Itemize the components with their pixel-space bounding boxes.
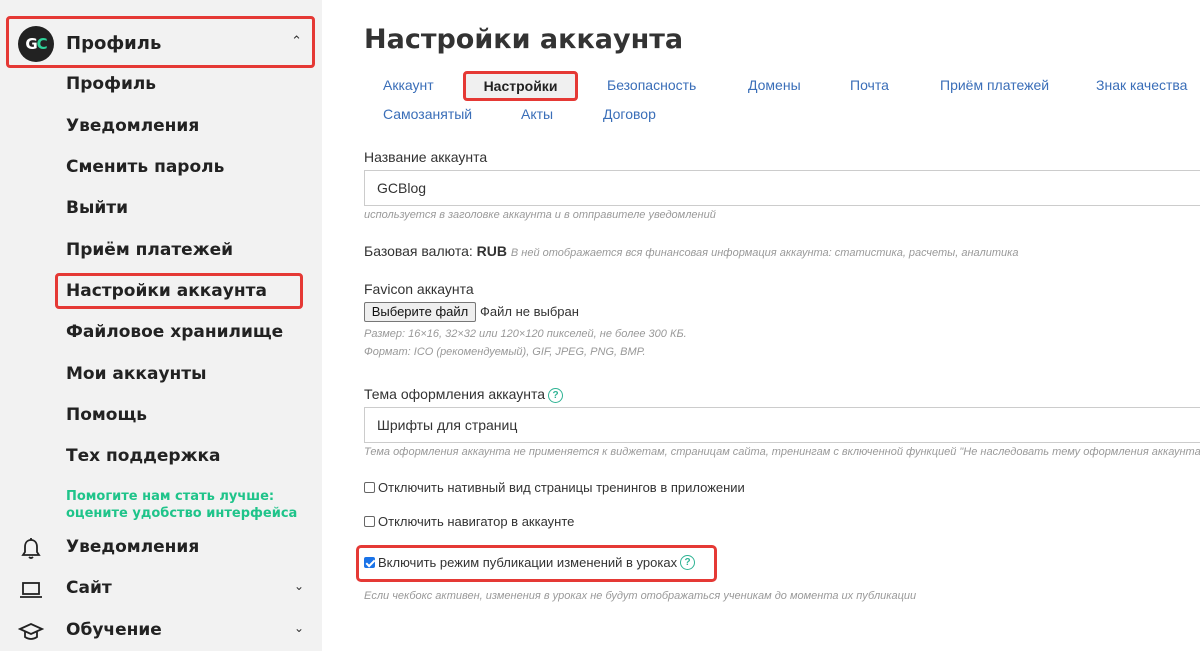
sidebar-item-file-storage[interactable]: Файловое хранилище [66, 322, 283, 342]
sidebar-item-payments[interactable]: Приём платежей [66, 240, 233, 260]
tab-settings[interactable]: Настройки [463, 71, 578, 101]
account-name-label: Название аккаунта [364, 149, 488, 165]
profile-menu-title: Профиль [66, 33, 162, 54]
tab-mail[interactable]: Почта [850, 77, 889, 93]
tab-payments[interactable]: Приём платежей [940, 77, 1049, 93]
help-icon[interactable]: ? [680, 555, 696, 570]
favicon-hint-size: Размер: 16×16, 32×32 или 120×120 пикселе… [364, 328, 687, 340]
tab-contract[interactable]: Договор [603, 106, 656, 122]
currency-hint: В ней отображается вся финансовая информ… [510, 247, 1019, 259]
laptop-icon [20, 582, 42, 598]
profile-menu-header[interactable]: GC Профиль ⌃ [6, 16, 315, 68]
section-label: Обучение [66, 620, 162, 640]
choose-file-button[interactable]: Выберите файл [364, 302, 476, 322]
sidebar-item-support[interactable]: Тех поддержка [66, 446, 221, 466]
sidebar-item-notifications[interactable]: Уведомления [66, 116, 199, 136]
publish-mode-hint: Если чекбокс активен, изменения в уроках… [364, 590, 917, 602]
sidebar-item-change-password[interactable]: Сменить пароль [66, 157, 224, 177]
feedback-link[interactable]: Помогите нам стать лучше: оцените удобст… [66, 488, 297, 522]
graduation-cap-icon [18, 623, 44, 640]
feedback-line-1: Помогите нам стать лучше: [66, 489, 275, 504]
checkbox-native-view-label: Отключить нативный вид страницы тренинго… [378, 480, 745, 495]
account-name-hint: используется в заголовке аккаунта и в от… [364, 209, 716, 221]
sidebar-section-learning[interactable]: Обучение ⌄ [0, 615, 322, 649]
sidebar: GC Профиль ⌃ Профиль Уведомления Сменить… [0, 0, 322, 651]
sidebar-item-logout[interactable]: Выйти [66, 198, 128, 218]
chevron-down-icon[interactable]: ⌄ [294, 621, 304, 635]
sidebar-item-profile[interactable]: Профиль [66, 74, 156, 94]
favicon-hint-format: Формат: ICO (рекомендуемый), GIF, JPEG, … [364, 346, 646, 358]
tab-security[interactable]: Безопасность [607, 77, 696, 93]
checkbox-row-native-view[interactable]: Отключить нативный вид страницы тренинго… [364, 480, 745, 495]
checkbox-publish-mode-label: Включить режим публикации изменений в ур… [378, 555, 678, 570]
theme-select[interactable]: Шрифты для страниц [364, 407, 1200, 443]
currency-label: Базовая валюта: [364, 243, 473, 259]
help-icon[interactable]: ? [548, 387, 564, 403]
page-title: Настройки аккаунта [364, 24, 684, 55]
account-name-input[interactable]: GCBlog [364, 170, 1200, 206]
tab-quality-mark[interactable]: Знак качества [1096, 77, 1187, 93]
sidebar-item-my-accounts[interactable]: Мои аккаунты [66, 364, 207, 384]
tab-account[interactable]: Аккаунт [383, 77, 434, 93]
currency-row: Базовая валюта: RUB В ней отображается в… [364, 243, 1018, 259]
section-label: Уведомления [66, 537, 200, 557]
currency-value: RUB [476, 243, 507, 259]
checkbox-native-view[interactable] [364, 482, 375, 493]
tab-acts[interactable]: Акты [521, 106, 553, 122]
sidebar-item-account-settings[interactable]: Настройки аккаунта [66, 281, 267, 301]
checkbox-navigator[interactable] [364, 516, 375, 527]
theme-hint: Тема оформления аккаунта не применяется … [364, 446, 1200, 458]
checkbox-row-publish-mode[interactable]: Включить режим публикации изменений в ур… [364, 555, 696, 570]
chevron-down-icon[interactable]: ⌄ [294, 579, 304, 593]
chevron-up-icon[interactable]: ⌃ [291, 33, 302, 49]
bell-icon [21, 538, 41, 559]
feedback-line-2: оцените удобство интерфейса [66, 506, 298, 521]
sidebar-item-help[interactable]: Помощь [66, 405, 147, 425]
tab-self-employed[interactable]: Самозанятый [383, 106, 472, 122]
checkbox-row-navigator[interactable]: Отключить навигатор в аккаунте [364, 514, 574, 529]
tab-domains[interactable]: Домены [748, 77, 801, 93]
checkbox-publish-mode[interactable] [364, 557, 375, 568]
file-status: Файл не выбран [480, 304, 579, 319]
theme-label-row: Тема оформления аккаунта? [364, 386, 564, 403]
theme-label: Тема оформления аккаунта [364, 386, 546, 402]
sidebar-section-site[interactable]: Сайт ⌄ [0, 573, 322, 607]
favicon-label: Favicon аккаунта [364, 281, 474, 297]
brand-logo: GC [18, 26, 54, 62]
sidebar-section-notifications[interactable]: Уведомления [0, 532, 322, 566]
tab-settings-label: Настройки [483, 78, 558, 94]
section-label: Сайт [66, 578, 112, 598]
checkbox-navigator-label: Отключить навигатор в аккаунте [378, 514, 575, 529]
